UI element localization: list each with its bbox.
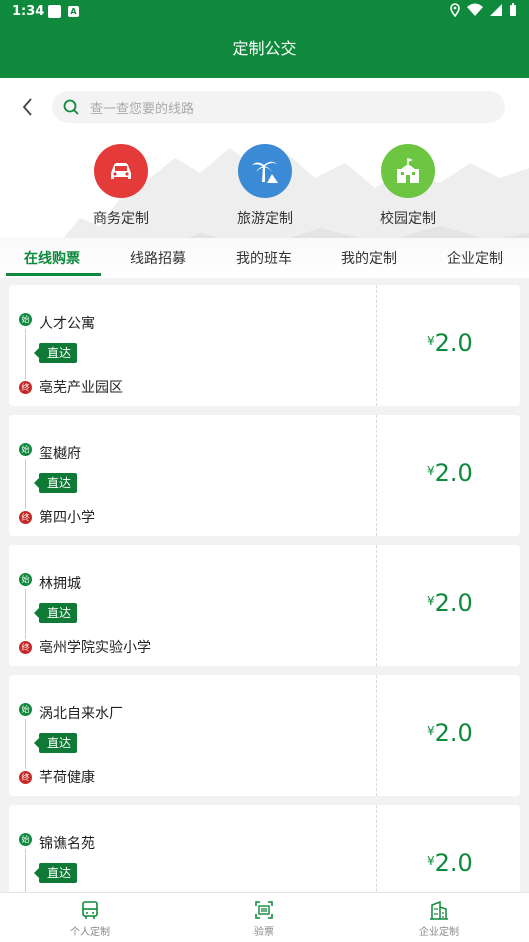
notification-badge-icon: A (68, 6, 79, 17)
route-price: ¥2.0 (427, 589, 473, 617)
search-input[interactable]: 查一查您要的线路 (52, 91, 505, 123)
route-price: ¥2.0 (427, 459, 473, 487)
end-marker-icon: 终 (19, 771, 32, 784)
search-placeholder: 查一查您要的线路 (90, 102, 195, 117)
start-marker-icon: 始 (19, 573, 32, 586)
route-type-badge: 直达 (33, 603, 78, 623)
currency-symbol: ¥ (427, 594, 435, 608)
route-type-badge: 直达 (33, 733, 78, 753)
start-marker-icon: 始 (19, 833, 32, 846)
nav-enterprise-custom[interactable]: 企业定制 (394, 899, 484, 938)
price-amount: 2.0 (434, 849, 473, 877)
route-end: 芊荷健康 (39, 770, 95, 786)
category-business[interactable]: 商务定制 (61, 144, 181, 228)
ticket-scan-icon (255, 901, 273, 919)
route-card[interactable]: 始 涡北自来水厂 直达 终 芊荷健康 ¥2.0 (9, 675, 520, 796)
nav-label: 验票 (254, 927, 274, 938)
category-business-label: 商务定制 (93, 211, 149, 227)
route-end: 第四小学 (39, 510, 95, 526)
active-tab-indicator (6, 273, 101, 276)
tab-my-bus[interactable]: 我的班车 (236, 248, 292, 268)
start-marker-icon: 始 (19, 703, 32, 716)
category-campus[interactable]: 校园定制 (348, 144, 468, 228)
currency-symbol: ¥ (427, 464, 435, 478)
route-end: 亳州学院实验小学 (39, 640, 151, 656)
route-start: 涡北自来水厂 (39, 706, 123, 722)
end-marker-icon: 终 (19, 381, 32, 394)
building-icon (430, 900, 448, 920)
status-bar: 1:34 A (0, 0, 529, 24)
route-card[interactable]: 始 林拥城 直达 终 亳州学院实验小学 ¥2.0 (9, 545, 520, 666)
route-start: 玺樾府 (39, 446, 81, 462)
start-marker-icon: 始 (19, 313, 32, 326)
tab-my-custom[interactable]: 我的定制 (341, 248, 397, 268)
card-divider (376, 285, 377, 406)
route-connector (25, 589, 26, 639)
category-business-circle (94, 144, 148, 198)
price-amount: 2.0 (434, 329, 473, 357)
status-icons (449, 3, 517, 17)
category-travel-label: 旅游定制 (237, 211, 293, 227)
school-icon (397, 158, 419, 183)
currency-symbol: ¥ (427, 854, 435, 868)
category-campus-circle (381, 144, 435, 198)
route-card[interactable]: 始 玺樾府 直达 终 第四小学 ¥2.0 (9, 415, 520, 536)
nav-ticket-check[interactable]: 验票 (219, 899, 309, 938)
route-start: 锦谯名苑 (39, 836, 95, 852)
route-start: 人才公寓 (39, 316, 95, 332)
end-marker-icon: 终 (19, 511, 32, 524)
route-connector (25, 329, 26, 379)
battery-icon (510, 3, 516, 16)
search-icon (63, 99, 79, 115)
car-icon (111, 163, 131, 179)
price-amount: 2.0 (434, 459, 473, 487)
card-divider (376, 675, 377, 796)
start-marker-icon: 始 (19, 443, 32, 456)
back-arrow-icon[interactable] (18, 96, 38, 118)
currency-symbol: ¥ (427, 334, 435, 348)
notification-icon (48, 5, 61, 18)
route-type-badge: 直达 (33, 343, 78, 363)
nav-label: 企业定制 (419, 927, 459, 938)
tab-route-recruit[interactable]: 线路招募 (130, 248, 186, 268)
location-icon (450, 3, 460, 17)
route-card[interactable]: 始 人才公寓 直达 终 亳芜产业园区 ¥2.0 (9, 285, 520, 406)
category-campus-label: 校园定制 (380, 211, 436, 227)
route-price: ¥2.0 (427, 849, 473, 877)
category-travel[interactable]: 旅游定制 (205, 144, 325, 228)
route-connector (25, 719, 26, 769)
wifi-icon (467, 3, 483, 16)
end-marker-icon: 终 (19, 641, 32, 654)
route-start: 林拥城 (39, 576, 81, 592)
currency-symbol: ¥ (427, 724, 435, 738)
route-price: ¥2.0 (427, 719, 473, 747)
bus-icon (82, 901, 98, 919)
tab-online-ticket[interactable]: 在线购票 (24, 248, 80, 268)
route-type-badge: 直达 (33, 473, 78, 493)
nav-label: 个人定制 (70, 927, 110, 938)
route-end: 亳芜产业园区 (39, 380, 123, 396)
bottom-nav: 个人定制 验票 企业定制 (0, 892, 529, 942)
route-connector (25, 459, 26, 509)
page-title: 定制公交 (0, 24, 529, 78)
tab-enterprise-custom[interactable]: 企业定制 (447, 248, 503, 268)
card-divider (376, 545, 377, 666)
card-divider (376, 415, 377, 536)
nav-personal-custom[interactable]: 个人定制 (45, 899, 135, 938)
category-travel-circle (238, 144, 292, 198)
price-amount: 2.0 (434, 589, 473, 617)
signal-icon (490, 4, 502, 16)
tab-bar: 在线购票 线路招募 我的班车 我的定制 企业定制 (0, 238, 529, 278)
route-price: ¥2.0 (427, 329, 473, 357)
price-amount: 2.0 (434, 719, 473, 747)
route-type-badge: 直达 (33, 863, 78, 883)
status-time: 1:34 (12, 4, 45, 19)
palm-tree-icon (252, 161, 278, 183)
